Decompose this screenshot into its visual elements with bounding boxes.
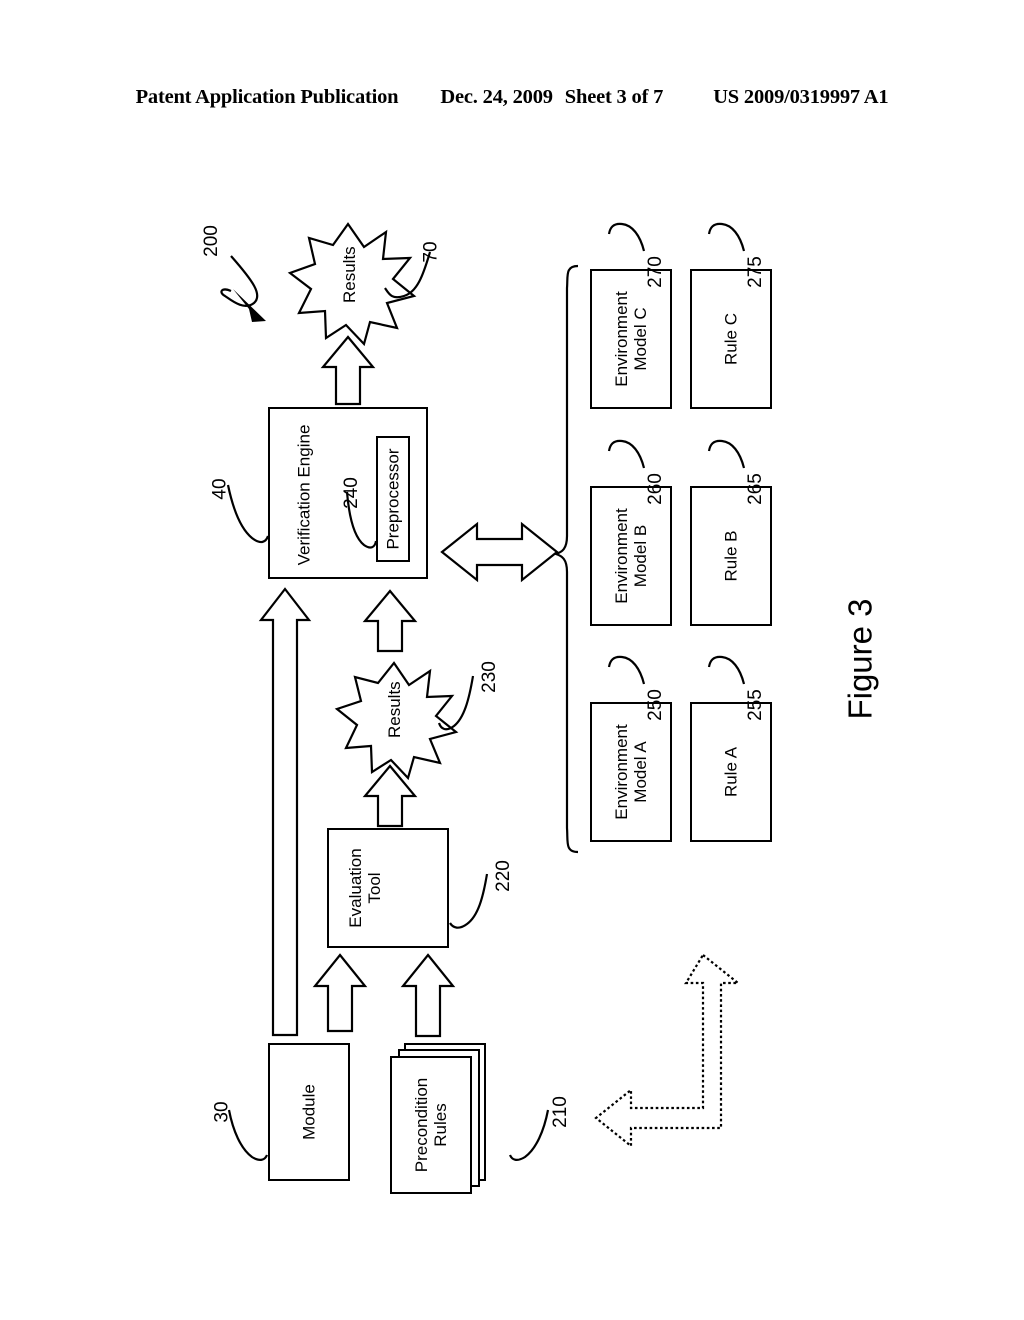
ref-255: 255 xyxy=(744,689,766,721)
arrow-module-to-verification xyxy=(258,587,312,1037)
ref-275: 275 xyxy=(744,256,766,288)
evaluation-tool-label: Evaluation Tool xyxy=(345,848,384,928)
header-doc-number: US 2009/0319997 A1 xyxy=(713,86,889,108)
ref-260: 260 xyxy=(644,473,666,505)
module-box: Module xyxy=(268,1043,350,1181)
ref-40: 40 xyxy=(209,478,231,500)
ref-210: 210 xyxy=(549,1096,571,1128)
results-mid-label: Results xyxy=(385,681,404,738)
ref-265: 265 xyxy=(744,473,766,505)
ref-30: 30 xyxy=(211,1101,233,1123)
environment-model-a-label: Environment Model A xyxy=(611,724,650,820)
ref-240: 240 xyxy=(340,477,362,509)
leader-line-255 xyxy=(707,655,746,685)
leader-line-210 xyxy=(508,1109,550,1161)
rule-c-label: Rule C xyxy=(721,313,741,365)
preprocessor-box: Preprocessor xyxy=(376,436,410,562)
leader-line-265 xyxy=(707,439,746,469)
double-arrow-verification-models xyxy=(440,521,559,583)
leader-line-250 xyxy=(607,655,646,685)
leader-200-arrowhead xyxy=(233,289,266,322)
environment-model-b-box: Environment Model B xyxy=(590,486,672,626)
leader-line-270 xyxy=(607,222,646,252)
leader-line-230 xyxy=(437,675,475,731)
rule-a-box: Rule A xyxy=(690,702,772,842)
preprocessor-label: Preprocessor xyxy=(383,448,403,550)
models-group-brace xyxy=(552,264,579,854)
ref-230: 230 xyxy=(478,661,500,693)
results-top-label: Results xyxy=(340,246,359,303)
patent-figure-page: Patent Application Publication Dec. 24, … xyxy=(0,0,1024,1320)
ref-250: 250 xyxy=(644,689,666,721)
verification-engine-label: Verification Engine xyxy=(294,424,314,566)
arrow-module-to-evaluation xyxy=(312,953,368,1033)
ref-270: 270 xyxy=(644,256,666,288)
module-label: Module xyxy=(299,1084,319,1140)
figure-caption: Figure 3 xyxy=(841,598,879,720)
arrow-precondition-to-evaluation xyxy=(400,953,456,1038)
header-date: Dec. 24, 2009 xyxy=(440,86,553,108)
environment-model-c-box: Environment Model C xyxy=(590,269,672,409)
rule-a-label: Rule A xyxy=(721,746,741,798)
precondition-rules-sheet-front: Precondition Rules xyxy=(390,1056,472,1194)
arrow-verification-to-results xyxy=(320,335,376,406)
header-sheet: Sheet 3 of 7 xyxy=(564,86,664,108)
environment-model-a-box: Environment Model A xyxy=(590,702,672,842)
ref-70: 70 xyxy=(420,241,442,263)
leader-line-275 xyxy=(707,222,746,252)
leader-line-200 xyxy=(220,255,259,307)
rule-b-box: Rule B xyxy=(690,486,772,626)
rule-b-label: Rule B xyxy=(721,530,741,582)
precondition-rules-label: Precondition Rules xyxy=(411,1077,450,1173)
header-publication: Patent Application Publication xyxy=(135,86,399,108)
leader-line-220 xyxy=(449,873,489,929)
ref-220: 220 xyxy=(492,860,514,892)
page-header: Patent Application Publication Dec. 24, … xyxy=(0,86,1024,116)
leader-line-40 xyxy=(226,484,270,544)
arrow-evaluation-to-results-mid xyxy=(362,764,418,828)
dotted-bent-double-arrow xyxy=(594,953,742,1149)
rule-c-box: Rule C xyxy=(690,269,772,409)
arrow-results-mid-to-verification xyxy=(362,589,418,653)
environment-model-b-label: Environment Model B xyxy=(611,508,650,604)
leader-line-30 xyxy=(227,1109,269,1161)
ref-200: 200 xyxy=(200,225,222,257)
evaluation-tool-box: Evaluation Tool xyxy=(327,828,449,948)
leader-line-260 xyxy=(607,439,646,469)
environment-model-c-label: Environment Model C xyxy=(611,291,650,387)
